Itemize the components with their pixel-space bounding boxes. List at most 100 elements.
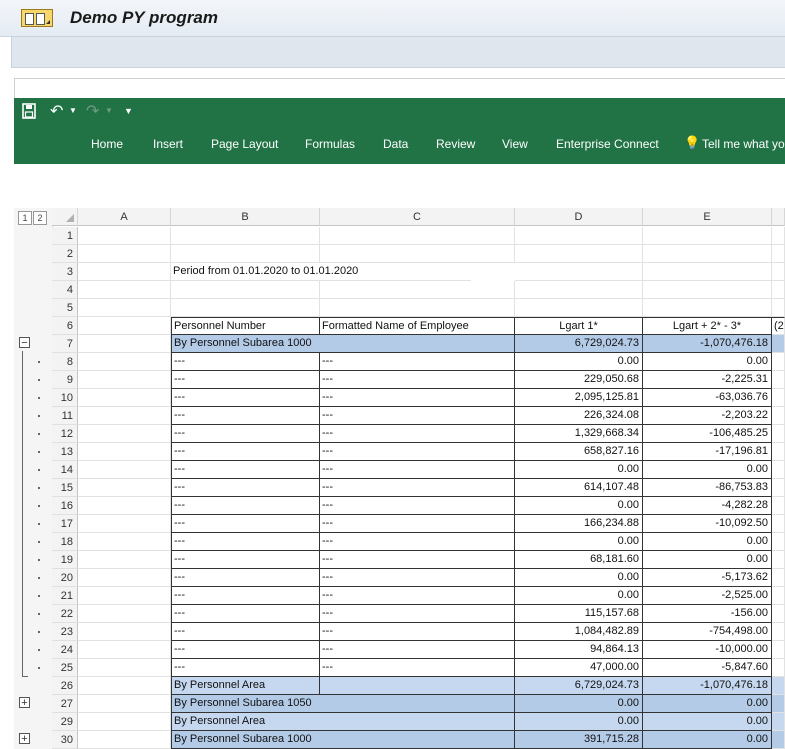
save-icon[interactable] <box>22 103 36 122</box>
row-header[interactable]: 8 <box>52 353 78 371</box>
cell-f[interactable] <box>772 281 785 299</box>
group-label[interactable]: By Personnel Area <box>171 713 515 731</box>
cell-lgart-2-3[interactable]: -4,282.28 <box>643 497 772 515</box>
row-header[interactable]: 12 <box>52 425 78 443</box>
cell-employee-name[interactable]: --- <box>320 569 515 587</box>
cell-personnel-number[interactable]: --- <box>171 605 320 623</box>
tab-insert[interactable]: Insert <box>153 137 183 151</box>
row-header[interactable]: 7 <box>52 335 78 353</box>
cell-a[interactable] <box>78 407 171 425</box>
cell-lgart-2-3[interactable]: -1,070,476.18 <box>643 677 772 695</box>
cell-f[interactable] <box>772 425 785 443</box>
cell-lgart-1[interactable]: 0.00 <box>515 533 643 551</box>
select-all-corner[interactable] <box>52 208 78 226</box>
cell-f[interactable] <box>772 623 785 641</box>
row-header[interactable]: 2 <box>52 245 78 263</box>
cell-d[interactable] <box>515 281 643 299</box>
undo-icon[interactable]: ↶ <box>50 101 63 121</box>
cell-d[interactable] <box>515 245 643 263</box>
cell-f[interactable] <box>772 227 785 245</box>
cell-lgart-1[interactable]: 6,729,024.73 <box>515 677 643 695</box>
cell-lgart-1[interactable]: 658,827.16 <box>515 443 643 461</box>
column-title-truncated[interactable]: (2 <box>772 317 785 335</box>
group-label[interactable]: By Personnel Subarea 1000 <box>171 335 515 353</box>
cell-lgart-1[interactable]: 68,181.60 <box>515 551 643 569</box>
cell-a[interactable] <box>78 389 171 407</box>
row-header[interactable]: 25 <box>52 659 78 677</box>
cell-e[interactable] <box>643 263 772 281</box>
cell-c[interactable] <box>320 299 515 317</box>
cell-f[interactable] <box>772 245 785 263</box>
cell-e[interactable] <box>643 299 772 317</box>
cell-employee-name[interactable]: --- <box>320 371 515 389</box>
cell-lgart-2-3[interactable]: 0.00 <box>643 713 772 731</box>
cell-a[interactable] <box>78 533 171 551</box>
cell-lgart-2-3[interactable]: -1,070,476.18 <box>643 335 772 353</box>
row-header[interactable]: 13 <box>52 443 78 461</box>
cell-lgart-2-3[interactable]: -2,525.00 <box>643 587 772 605</box>
cell-employee-name[interactable]: --- <box>320 623 515 641</box>
cell-a[interactable] <box>78 587 171 605</box>
column-header-d[interactable]: D <box>515 208 643 226</box>
cell-employee-name[interactable]: --- <box>320 461 515 479</box>
cell-a[interactable] <box>78 281 171 299</box>
hierarchy-icon[interactable] <box>21 9 53 27</box>
column-title-personnel-number[interactable]: Personnel Number <box>171 317 320 335</box>
cell-a[interactable] <box>78 263 171 281</box>
cell-lgart-1[interactable]: 614,107.48 <box>515 479 643 497</box>
cell-lgart-1[interactable]: 0.00 <box>515 587 643 605</box>
cell-employee-name[interactable]: --- <box>320 533 515 551</box>
cell-employee-name[interactable]: --- <box>320 497 515 515</box>
row-header[interactable]: 30 <box>52 731 78 749</box>
cell-employee-name[interactable]: --- <box>320 443 515 461</box>
row-header[interactable]: 6 <box>52 317 78 335</box>
tab-data[interactable]: Data <box>383 137 408 151</box>
outline-level-1-button[interactable]: 1 <box>18 211 32 225</box>
period-label[interactable]: Period from 01.01.2020 to 01.01.2020 <box>171 263 471 281</box>
group-label[interactable]: By Personnel Subarea 1000 <box>171 731 515 749</box>
cell-a[interactable] <box>78 317 171 335</box>
cell-employee-name[interactable]: --- <box>320 641 515 659</box>
cell-f[interactable] <box>772 443 785 461</box>
cell-a[interactable] <box>78 443 171 461</box>
cell-e[interactable] <box>643 227 772 245</box>
cell-f[interactable] <box>772 695 785 713</box>
cell-employee-name[interactable]: --- <box>320 515 515 533</box>
row-header[interactable]: 9 <box>52 371 78 389</box>
column-header-f[interactable] <box>772 208 785 226</box>
cell-lgart-1[interactable]: 0.00 <box>515 569 643 587</box>
cell-f[interactable] <box>772 497 785 515</box>
cell-lgart-1[interactable]: 94,864.13 <box>515 641 643 659</box>
cell-lgart-1[interactable]: 6,729,024.73 <box>515 335 643 353</box>
cell-f[interactable] <box>772 299 785 317</box>
row-header[interactable]: 17 <box>52 515 78 533</box>
cell-c[interactable] <box>320 245 515 263</box>
cell-a[interactable] <box>78 641 171 659</box>
cell-lgart-1[interactable]: 1,084,482.89 <box>515 623 643 641</box>
row-header[interactable]: 20 <box>52 569 78 587</box>
row-header[interactable]: 11 <box>52 407 78 425</box>
cell-personnel-number[interactable]: --- <box>171 623 320 641</box>
cell-a[interactable] <box>78 353 171 371</box>
cell-c[interactable] <box>320 281 515 299</box>
cell-f[interactable] <box>772 335 785 353</box>
cell-personnel-number[interactable]: --- <box>171 533 320 551</box>
column-title-lgart-1[interactable]: Lgart 1* <box>515 317 643 335</box>
cell-f[interactable] <box>772 533 785 551</box>
cell-employee-name[interactable]: --- <box>320 389 515 407</box>
cell-lgart-2-3[interactable]: -2,225.31 <box>643 371 772 389</box>
cell-f[interactable] <box>772 389 785 407</box>
cell-a[interactable] <box>78 731 171 749</box>
tab-formulas[interactable]: Formulas <box>305 137 355 151</box>
row-header[interactable]: 26 <box>52 677 78 695</box>
row-header[interactable]: 10 <box>52 389 78 407</box>
cell-lgart-1[interactable]: 0.00 <box>515 713 643 731</box>
cell-lgart-2-3[interactable]: -17,196.81 <box>643 443 772 461</box>
tab-review[interactable]: Review <box>436 137 475 151</box>
cell-e[interactable] <box>643 281 772 299</box>
customize-icon[interactable]: ▼ <box>124 106 133 116</box>
cell-d[interactable] <box>515 299 643 317</box>
cell-e[interactable] <box>643 245 772 263</box>
cell-lgart-1[interactable]: 391,715.28 <box>515 731 643 749</box>
cell-a[interactable] <box>78 659 171 677</box>
